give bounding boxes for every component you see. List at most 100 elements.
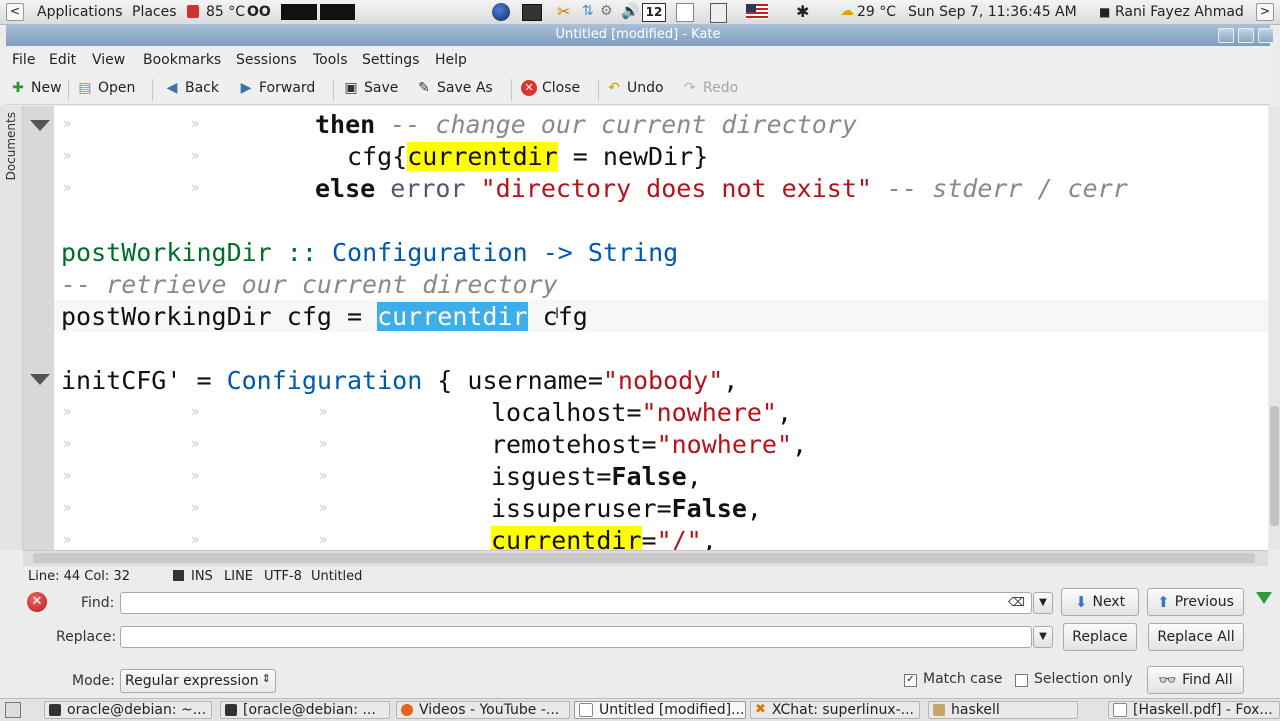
tab-marker: » [191,404,200,420]
options-arrow-icon[interactable] [1256,592,1272,604]
maximize-button[interactable] [1238,28,1254,43]
save-button[interactable]: ▣ Save [343,80,398,96]
toolbar-separator [152,79,153,101]
taskbar-item[interactable]: haskell [928,701,1078,719]
close-search-bar-icon[interactable]: ✕ [27,592,47,612]
menu-file[interactable]: File [12,52,35,68]
tab-marker: » [63,116,72,132]
selection-only-label[interactable]: Selection only [1034,671,1133,687]
back-button[interactable]: ◀ Back [164,80,219,96]
taskbar-item[interactable]: [Haskell.pdf] - Fox... [1108,701,1280,719]
panel-scroll-left-icon[interactable]: < [6,3,24,21]
close-button[interactable]: ✕ Close [521,80,580,96]
settings-icon[interactable]: ⚙ [600,3,613,19]
replace-button[interactable]: Replace [1063,623,1137,651]
taskbar-item[interactable]: Untitled [modified]... [574,701,746,719]
show-desktop-icon[interactable] [5,702,21,718]
open-label: Open [98,80,136,96]
horizontal-scroll-thumb[interactable] [33,553,1255,563]
undo-button[interactable]: ↶ Undo [606,80,663,96]
keyboard-layout-flag-icon[interactable] [746,4,768,19]
search-mode-select[interactable]: Regular expression ⇕ [120,669,276,693]
weather-temperature[interactable]: 29 °C [857,4,896,20]
code-editor[interactable]: » » » » » » » » » » » » » » » » » » » » … [23,106,1268,550]
xchat-icon: ✖ [755,702,766,717]
match-case-checkbox[interactable]: ✓ [904,674,917,687]
search-mode-value: Regular expression [125,673,259,689]
close-document-icon: ✕ [521,80,537,96]
match-case-label[interactable]: Match case [923,671,1002,687]
tab-marker: » [191,436,200,452]
workspace-switcher[interactable]: 12 [642,3,666,22]
encoding[interactable]: UTF-8 [264,569,302,584]
window-close-button[interactable] [1258,28,1274,43]
code-line: postWorkingDir :: Configuration -> Strin… [61,238,679,267]
find-input[interactable]: ⌫ [120,592,1032,614]
tools-icon[interactable]: ✂ [557,2,570,21]
menu-tools[interactable]: Tools [313,52,348,68]
places-menu[interactable]: Places [132,4,177,20]
redo-button[interactable]: ↷ Redo [682,80,738,96]
taskbar-item[interactable]: ✖ XChat: superlinux-... [750,701,920,719]
menu-bookmarks[interactable]: Bookmarks [143,52,221,68]
find-all-button[interactable]: 👓 Find All [1147,666,1244,694]
clock[interactable]: Sun Sep 7, 11:36:45 AM [908,4,1077,20]
network-icon[interactable]: ⇅ [582,3,594,19]
find-history-dropdown-icon[interactable]: ▼ [1033,592,1053,614]
vertical-scroll-thumb[interactable] [1270,406,1279,526]
insert-mode[interactable]: INS [191,569,213,584]
weather-icon[interactable]: ☁ [840,3,854,19]
new-button[interactable]: ✚ New [10,80,61,96]
close-label: Close [542,80,581,96]
fold-marker-icon[interactable] [30,120,50,131]
documents-sidebar-tab[interactable]: Documents [0,106,23,550]
code-line: isguest=False, [491,462,702,491]
firefox-icon [401,704,413,716]
applications-menu[interactable]: Applications [37,4,123,20]
panel-scroll-right-icon[interactable]: > [1256,3,1274,21]
window-titlebar[interactable]: Untitled [modified] - Kate [6,24,1274,46]
menu-settings[interactable]: Settings [362,52,419,68]
forward-button[interactable]: ▶ Forward [238,80,316,96]
menu-sessions[interactable]: Sessions [236,52,297,68]
minimize-button[interactable] [1218,28,1234,43]
tab-marker: » [319,532,328,548]
find-next-button[interactable]: ⬇ Next [1061,588,1139,616]
selection-mode[interactable]: LINE [224,569,253,584]
previous-label: Previous [1174,594,1234,610]
document-icon[interactable] [676,3,694,22]
vertical-scrollbar[interactable] [1269,106,1280,550]
taskbar-item[interactable]: Videos - YouTube -... [396,701,570,719]
open-button[interactable]: ▤ Open [77,80,135,96]
clipboard-icon[interactable] [710,3,727,23]
terminal-icon[interactable] [522,4,542,21]
code-line: postWorkingDir cfg = currentdir cfg [61,302,588,331]
menu-help[interactable]: Help [435,52,467,68]
tab-marker: » [63,404,72,420]
bluetooth-icon[interactable]: ✱ [796,2,809,21]
taskbar-item[interactable]: [oracle@debian: ... [220,701,390,719]
globe-icon[interactable] [492,3,510,21]
code-line: currentdir="/", [491,525,717,550]
save-as-label: Save As [437,80,493,96]
selection-only-checkbox[interactable] [1015,674,1028,687]
mode-label: Mode: [72,673,115,689]
replace-input[interactable] [120,626,1032,648]
cpu-temperature: 85 °C [206,4,246,20]
replace-all-button[interactable]: Replace All [1148,623,1244,651]
taskbar-item-label: Videos - YouTube -... [419,702,560,718]
volume-icon[interactable]: 🔊 [621,2,640,20]
user-menu[interactable]: Rani Fayez Ahmad [1115,4,1244,20]
menu-view[interactable]: View [92,52,125,68]
fold-marker-icon[interactable] [30,374,50,385]
find-previous-button[interactable]: ⬆ Previous [1147,588,1244,616]
taskbar-item[interactable]: oracle@debian: ~... [44,701,212,719]
horizontal-scrollbar[interactable] [23,550,1268,566]
menu-edit[interactable]: Edit [49,52,76,68]
back-label: Back [185,80,219,96]
clear-text-icon[interactable]: ⌫ [1008,595,1025,609]
search-match-highlight: currentdir [491,526,642,550]
toolbar-separator [68,79,69,101]
replace-history-dropdown-icon[interactable]: ▼ [1033,626,1053,648]
save-as-button[interactable]: ✎ Save As [416,80,493,96]
